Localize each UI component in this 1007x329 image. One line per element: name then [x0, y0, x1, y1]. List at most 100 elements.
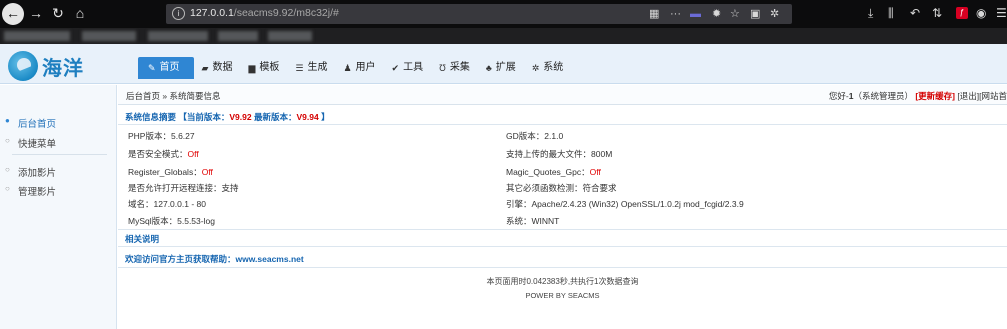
blurred-bookmark: [4, 31, 70, 41]
edit-icon: ✎: [148, 63, 156, 73]
user-info: 您好-1（系统管理员） [更新缓存] [退出][网站首: [829, 90, 1007, 102]
library-icon[interactable]: ⫼: [888, 6, 894, 20]
info-value: Off: [187, 149, 199, 159]
footer-power: POWER BY SEACMS: [525, 291, 600, 300]
menu-data[interactable]: ▰ 数据: [194, 57, 241, 79]
info-value: 800M: [591, 149, 613, 159]
info-value: 5.5.53-log: [177, 216, 215, 226]
logo-wave-icon: [8, 51, 38, 81]
max-upload: 支持上传的最大文件：800M: [506, 148, 612, 160]
info-icon[interactable]: i: [172, 7, 185, 20]
menu-extend[interactable]: ♣ 扩展: [478, 57, 524, 79]
info-value: Apache/2.4.23 (Win32) OpenSSL/1.0.2j mod…: [531, 199, 744, 209]
divider: [118, 267, 1007, 268]
menu-system[interactable]: ✲ 系统: [524, 57, 572, 79]
sidebar-item-add-movie[interactable]: 添加影片: [5, 165, 56, 179]
menu-label: 生成: [307, 62, 328, 73]
info-label: Magic_Quotes_Gpc：: [506, 167, 590, 177]
summary-title-text: 系统信息摘要 【当前版本：: [125, 112, 230, 122]
menu-tools[interactable]: ✔ 工具: [384, 57, 432, 79]
menu-collect[interactable]: Ʊ 采集: [431, 57, 478, 79]
menu-home[interactable]: ✎ 首页: [138, 57, 194, 79]
bookmarks-bar: [0, 28, 1007, 44]
menu-template[interactable]: ▆ 模板: [240, 57, 287, 79]
url-text[interactable]: 127.0.0.1/seacms9.92/m8c32j/#: [190, 7, 339, 19]
menu-label: 采集: [449, 62, 470, 73]
info-label: 系统：: [506, 216, 532, 226]
info-value: Off: [201, 167, 213, 177]
sidebar-item-admin-home[interactable]: 后台首页: [5, 116, 56, 130]
divider: [118, 229, 1007, 230]
bug-icon[interactable]: ✹: [712, 7, 721, 21]
help-link[interactable]: 欢迎访问官方主页获取帮助：www.seacms.net: [125, 253, 304, 265]
mysql-version: MySql版本：5.5.53-log: [128, 215, 215, 227]
info-label: Register_Globals：: [128, 167, 202, 177]
user-icon: ♟: [343, 63, 352, 73]
bookmark-star-icon[interactable]: ☆: [730, 7, 740, 21]
url-path: /seacms9.92/m8c32j/#: [233, 7, 339, 19]
url-host: 127.0.0.1: [190, 7, 234, 19]
info-value: 2.1.0: [544, 131, 564, 141]
blurred-bookmark: [218, 31, 258, 41]
logo-text: 海洋: [42, 55, 84, 80]
divider: [118, 124, 1007, 125]
back-arrow-icon[interactable]: ←: [2, 3, 24, 25]
php-version: PHP版本：5.6.27: [128, 130, 195, 142]
menu-generate[interactable]: ☰ 生成: [287, 57, 335, 79]
refresh-cache-link[interactable]: [更新缓存]: [915, 91, 955, 101]
reader-view-icon[interactable]: ▣: [750, 7, 760, 21]
menu-user[interactable]: ♟ 用户: [335, 57, 383, 79]
sitemap-icon: ♣: [485, 63, 492, 73]
related-title: 相关说明: [125, 234, 160, 244]
sidebar-divider: [12, 154, 107, 155]
info-label: 支持上传的最大文件：: [506, 149, 592, 159]
breadcrumb-bar: 后台首页 » 系统简要信息 您好-1（系统管理员） [更新缓存] [退出][网站…: [118, 85, 1007, 105]
info-value: 5.6.27: [170, 131, 195, 141]
latest-label: 最新版本：: [253, 112, 297, 122]
reload-icon[interactable]: ↻: [48, 4, 68, 22]
sync-icon[interactable]: ⇅: [932, 6, 942, 20]
footer-timing: 本页面用时0.042383秒,共执行1次数据查询: [486, 277, 639, 286]
info-label: GD版本：: [506, 131, 545, 141]
function-check: 其它必须函数检测：符合要求: [506, 182, 617, 194]
gd-version: GD版本：2.1.0: [506, 130, 563, 142]
logout-link[interactable]: [退出]: [957, 91, 979, 101]
record-icon[interactable]: ◉: [976, 6, 986, 20]
magic-quotes: Magic_Quotes_Gpc：Off: [506, 166, 601, 178]
menu-label: 系统: [543, 62, 564, 73]
remote-connect: 是否允许打开远程连接：支持: [128, 182, 239, 194]
breadcrumb: 后台首页 » 系统简要信息: [126, 91, 221, 101]
settings-icon[interactable]: ✲: [770, 7, 779, 21]
file-icon: ▆: [248, 63, 256, 73]
undo-icon[interactable]: ↶: [910, 6, 920, 20]
magnet-icon: Ʊ: [439, 63, 446, 73]
info-label: 域名：: [128, 199, 154, 209]
info-label: PHP版本：: [128, 131, 171, 141]
download-icon[interactable]: ⤓: [868, 6, 873, 20]
sidebar-item-quick-menu[interactable]: 快捷菜单: [5, 136, 56, 150]
safe-mode: 是否安全模式：Off: [128, 148, 199, 160]
info-value: WINNT: [531, 216, 560, 226]
logo[interactable]: 海洋: [8, 51, 84, 81]
menu-icon[interactable]: ☰: [996, 6, 1007, 20]
blurred-bookmark: [148, 31, 208, 41]
summary-title: 系统信息摘要 【当前版本：V9.92 最新版本：V9.94 】: [125, 111, 330, 123]
menu-label: 用户: [355, 62, 376, 73]
browser-toolbar: ← → ↻ ⌂ i 127.0.0.1/seacms9.92/m8c32j/# …: [0, 0, 1007, 28]
user-role: （系统管理员）: [853, 91, 913, 101]
top-menu: ✎ 首页 ▰ 数据 ▆ 模板 ☰ 生成 ♟ 用户 ✔ 工具 Ʊ 采集 ♣ 扩展 ✲ 系统: [138, 57, 571, 79]
extension-icon[interactable]: ▬: [690, 7, 701, 21]
flash-icon[interactable]: ƒ: [956, 7, 968, 19]
forward-arrow-icon[interactable]: →: [26, 4, 46, 22]
home-icon[interactable]: ⌂: [70, 4, 90, 22]
data-icon: ▰: [201, 63, 209, 73]
qr-code-icon[interactable]: ▦: [649, 7, 659, 21]
site-home-link[interactable]: [网站首: [979, 91, 1007, 101]
sidebar-item-manage-movie[interactable]: 管理影片: [5, 184, 56, 198]
register-globals: Register_Globals：Off: [128, 166, 213, 178]
info-value: 支持: [221, 183, 239, 193]
address-bar[interactable]: i 127.0.0.1/seacms9.92/m8c32j/# ▦ ··· ▬ …: [166, 4, 792, 24]
sidebar: 后台首页 快捷菜单 添加影片 管理影片: [0, 85, 117, 329]
more-dots-icon[interactable]: ···: [670, 7, 681, 21]
menu-label: 工具: [403, 62, 424, 73]
